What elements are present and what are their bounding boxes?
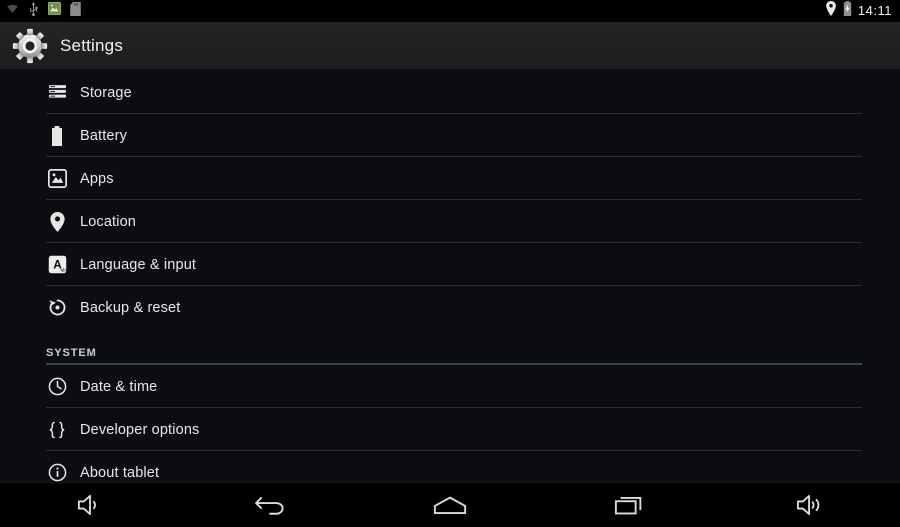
clock-icon: [46, 376, 68, 398]
nav-button-volume-up[interactable]: [720, 483, 900, 527]
recent-apps-icon: [614, 492, 646, 518]
action-bar: Settings: [0, 22, 900, 70]
svg-text:ab: ab: [60, 268, 66, 274]
settings-item-label: Date & time: [80, 378, 158, 395]
battery-icon: [46, 125, 68, 147]
settings-item-label: Storage: [80, 84, 132, 101]
nav-button-back[interactable]: [180, 483, 360, 527]
settings-item-label: Developer options: [80, 421, 200, 438]
settings-item-language-input[interactable]: A ab Language & input: [0, 243, 900, 286]
usb-icon: [28, 1, 39, 21]
settings-item-about-tablet[interactable]: About tablet: [0, 451, 900, 483]
settings-item-battery[interactable]: Battery: [0, 114, 900, 157]
settings-list[interactable]: Storage Battery Apps Location A ab Langu…: [0, 71, 900, 483]
section-header-system: SYSTEM: [0, 329, 900, 365]
settings-item-storage[interactable]: Storage: [0, 71, 900, 114]
back-icon: [254, 492, 286, 518]
settings-item-developer-options[interactable]: Developer options: [0, 408, 900, 451]
settings-item-label: Apps: [80, 170, 114, 187]
status-bar-left-icons: [6, 1, 81, 21]
settings-item-apps[interactable]: Apps: [0, 157, 900, 200]
status-bar-clock: 14:11: [857, 3, 892, 18]
status-bar: 14:11: [0, 0, 900, 22]
home-icon: [432, 492, 468, 518]
status-bar-right-icons: 14:11: [825, 0, 892, 22]
section-header-label: SYSTEM: [46, 347, 97, 359]
settings-item-location[interactable]: Location: [0, 200, 900, 243]
storage-icon: [46, 82, 68, 104]
settings-item-backup-reset[interactable]: Backup & reset: [0, 286, 900, 329]
nav-button-volume-down[interactable]: [0, 483, 180, 527]
android-settings-screen: 14:11 Settings Storage Battery Apps Loca…: [0, 0, 900, 527]
screenshot-icon: [48, 2, 61, 20]
settings-item-label: About tablet: [80, 464, 160, 481]
info-icon: [46, 462, 68, 484]
settings-item-date-time[interactable]: Date & time: [0, 365, 900, 408]
nav-button-recent-apps[interactable]: [540, 483, 720, 527]
backup-reset-icon: [46, 297, 68, 319]
volume-down-icon: [76, 492, 104, 518]
settings-item-label: Location: [80, 213, 137, 230]
sd-card-icon: [70, 1, 81, 21]
wifi-icon: [6, 2, 19, 20]
location-icon: [825, 1, 837, 21]
settings-item-label: Battery: [80, 127, 127, 144]
navigation-bar: [0, 482, 900, 527]
location-pin-icon: [46, 211, 68, 233]
language-icon: A ab: [46, 254, 68, 276]
settings-item-label: Language & input: [80, 256, 197, 273]
apps-icon: [46, 168, 68, 190]
settings-gear-icon: [12, 28, 48, 64]
page-title: Settings: [60, 35, 124, 55]
nav-button-home[interactable]: [360, 483, 540, 527]
volume-up-icon: [795, 492, 825, 518]
battery-charging-icon: [842, 1, 853, 21]
braces-icon: [46, 419, 68, 441]
settings-item-label: Backup & reset: [80, 299, 181, 316]
